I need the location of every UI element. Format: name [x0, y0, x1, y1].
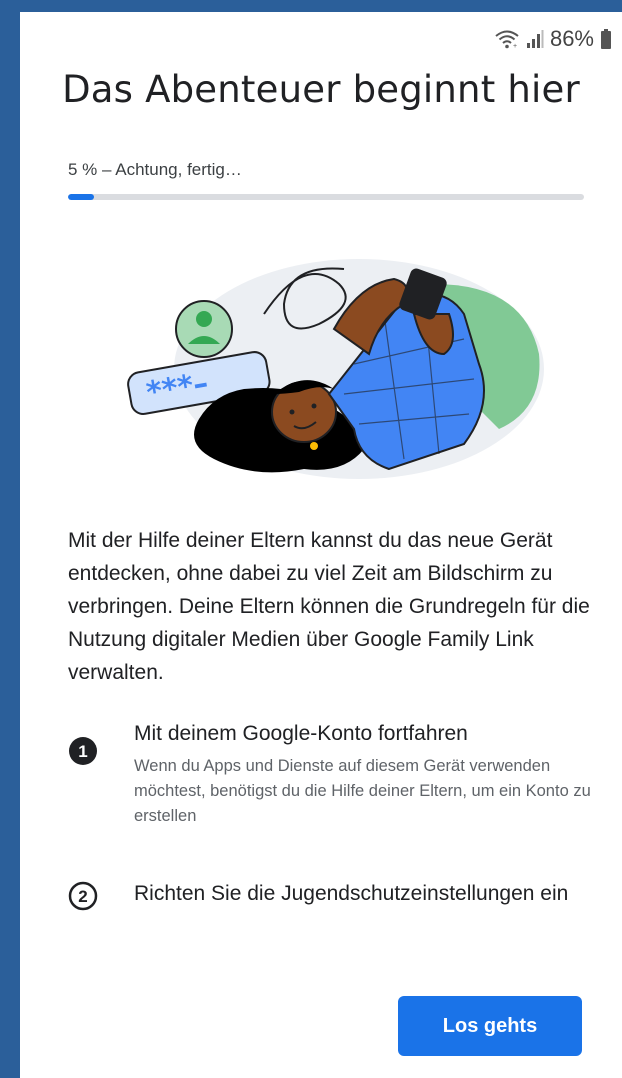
hero-illustration: ***– — [104, 244, 544, 484]
lets-go-button[interactable]: Los gehts — [398, 996, 582, 1056]
step-2-body: Richten Sie die Jugendschutzeinstellunge… — [134, 878, 598, 910]
progress-label: 5 % – Achtung, fertig… — [68, 160, 242, 179]
step-1-description: Wenn du Apps und Dienste auf diesem Gerä… — [134, 757, 591, 825]
setup-screen: + 86% Das Abenteuer beginnt hier 5 % – A… — [20, 12, 622, 1078]
step-1-body: Mit deinem Google-Konto fortfahren Wenn … — [134, 718, 598, 829]
svg-text:+: + — [513, 43, 517, 49]
step-2-outlined-number-icon: 2 — [68, 881, 98, 911]
step-1-title: Mit deinem Google-Konto fortfahren — [134, 722, 468, 745]
intro-description: Mit der Hilfe deiner Eltern kannst du da… — [68, 529, 590, 684]
battery-text: 86% — [549, 26, 594, 51]
battery-icon — [600, 28, 612, 50]
svg-text:2: 2 — [78, 887, 87, 906]
step-1-filled-number-icon: 1 — [68, 736, 98, 766]
page-title: Das Abenteuer beginnt hier — [62, 68, 580, 111]
progress-bar — [68, 194, 584, 200]
avatar-icon — [175, 300, 233, 358]
step-2-title: Richten Sie die Jugendschutzeinstellunge… — [134, 882, 569, 905]
progress-fill — [68, 194, 94, 200]
signal-icon — [526, 29, 544, 49]
svg-text:1: 1 — [78, 742, 87, 761]
status-bar: + 86% — [494, 26, 612, 52]
wifi-icon: + — [494, 29, 520, 49]
